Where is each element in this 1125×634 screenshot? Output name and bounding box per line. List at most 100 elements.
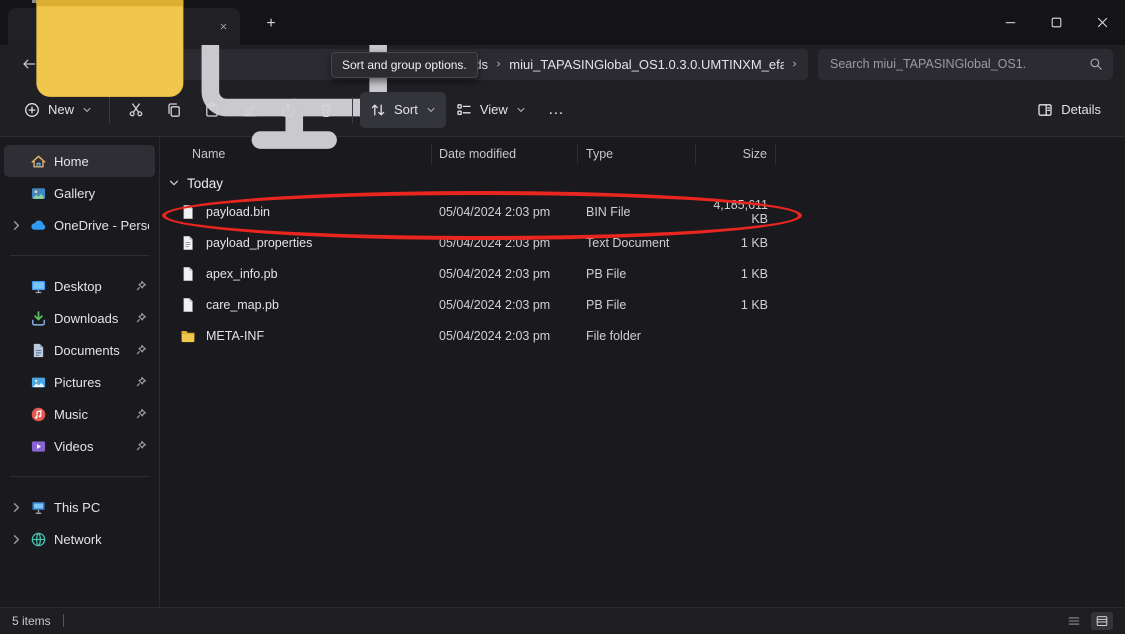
chevron-spacer [10, 408, 23, 421]
close-button[interactable] [1079, 0, 1125, 45]
file-date: 05/04/2024 2:03 pm [432, 329, 578, 343]
minimize-button[interactable] [987, 0, 1033, 45]
column-header-date-modified[interactable]: Date modified [432, 144, 578, 164]
view-layout-icon [456, 102, 472, 118]
sidebar-item-home[interactable]: Home [4, 145, 155, 177]
tooltip: Sort and group options. [331, 52, 478, 78]
pin-icon [135, 312, 147, 324]
file-name: payload.bin [206, 205, 270, 219]
sidebar-item-videos[interactable]: Videos [4, 430, 155, 462]
file-row-meta-inf[interactable]: META-INF05/04/2024 2:03 pmFile folder [160, 320, 1125, 351]
file-row-apex-info-pb[interactable]: apex_info.pb 05/04/2024 2:03 pmPB File1 K… [160, 258, 1125, 289]
sidebar-item-label: Downloads [54, 311, 128, 326]
rename-button[interactable] [231, 92, 269, 128]
onedrive-icon [30, 217, 47, 234]
file-name-cell: payload.bin [160, 204, 432, 220]
new-tab-button[interactable]: + [260, 13, 282, 35]
delete-button[interactable] [307, 92, 345, 128]
chevron-spacer [10, 312, 23, 325]
expand-chevron-icon[interactable] [10, 533, 23, 546]
chevron-down-icon [516, 105, 526, 115]
column-header-size[interactable]: Size [696, 144, 776, 164]
sidebar-item-downloads[interactable]: Downloads [4, 302, 155, 334]
pin-icon [135, 440, 147, 452]
file-row-payload-bin[interactable]: payload.bin05/04/2024 2:03 pmBIN File4,1… [160, 196, 1125, 227]
trash-icon [318, 102, 334, 118]
pin-icon [135, 280, 147, 292]
home-icon [30, 153, 47, 170]
expand-chevron-icon[interactable] [10, 501, 23, 514]
explorer-tab[interactable]: miui_TAPASINGlobal_OS1.0.3.0 [8, 8, 240, 45]
group-header-today[interactable]: Today [160, 170, 1125, 196]
file-date: 05/04/2024 2:03 pm [432, 205, 578, 219]
sidebar-item-label: Pictures [54, 375, 128, 390]
details-pane-button[interactable]: Details [1027, 92, 1111, 128]
file-size: 1 KB [696, 236, 776, 250]
file-date: 05/04/2024 2:03 pm [432, 298, 578, 312]
list-view-button[interactable] [1063, 612, 1085, 630]
file-name: apex_info.pb [206, 267, 278, 281]
sidebar-item-gallery[interactable]: Gallery [4, 177, 155, 209]
network-icon [30, 531, 47, 548]
more-options-button[interactable]: … [536, 92, 577, 128]
file-type: PB File [578, 267, 696, 281]
maximize-icon [1049, 15, 1064, 30]
title-bar: miui_TAPASINGlobal_OS1.0.3.0 + [0, 0, 1125, 45]
view-button-label: View [480, 102, 508, 117]
file-name-cell: META-INF [160, 328, 432, 344]
chevron-spacer [10, 280, 23, 293]
file-row-care-map-pb[interactable]: care_map.pb05/04/2024 2:03 pmPB File1 KB [160, 289, 1125, 320]
details-view-icon [1095, 614, 1109, 628]
search-input[interactable] [828, 56, 1081, 72]
folder-icon [18, 0, 202, 118]
sidebar-item-label: OneDrive - Persona [54, 218, 149, 233]
sidebar-item-music[interactable]: Music [4, 398, 155, 430]
videos-icon [30, 438, 47, 455]
sidebar-item-network[interactable]: Network [4, 523, 155, 555]
details-view-button[interactable] [1091, 612, 1113, 630]
file-name-cell: payload_properties [160, 235, 432, 251]
file-rows: payload.bin05/04/2024 2:03 pmBIN File4,1… [160, 196, 1125, 351]
file-name: payload_properties [206, 236, 312, 250]
text-file-icon [180, 235, 196, 251]
sidebar-item-documents[interactable]: Documents [4, 334, 155, 366]
address-bar[interactable]: Downloads miui_TAPASINGlobal_OS1.0.3.0.U… [176, 49, 808, 80]
file-size: 1 KB [696, 267, 776, 281]
sidebar-item-label: Music [54, 407, 128, 422]
blank-file-icon [180, 297, 196, 313]
pin-icon [135, 408, 147, 420]
share-button[interactable] [269, 92, 307, 128]
column-header-name[interactable]: Name [160, 144, 432, 164]
sidebar-item-this-pc[interactable]: This PC [4, 491, 155, 523]
chevron-spacer [10, 344, 23, 357]
navigation-sidebar: HomeGallery OneDrive - Persona Desktop Down… [0, 137, 160, 607]
sidebar-divider [10, 255, 149, 256]
expand-chevron-icon[interactable] [10, 219, 23, 232]
toolbar-separator [352, 97, 353, 123]
sidebar-divider [10, 476, 149, 477]
sidebar-item-label: Documents [54, 343, 128, 358]
sort-button[interactable]: Sort [360, 92, 446, 128]
pin-icon [135, 376, 147, 388]
sidebar-item-desktop[interactable]: Desktop [4, 270, 155, 302]
window-controls [987, 0, 1125, 45]
sidebar-item-pictures[interactable]: Pictures [4, 366, 155, 398]
downloads-icon [30, 310, 47, 327]
file-date: 05/04/2024 2:03 pm [432, 267, 578, 281]
clipboard-icon [204, 102, 220, 118]
chevron-down-icon [168, 177, 180, 189]
search-box [818, 49, 1113, 80]
music-icon [30, 406, 47, 423]
gallery-icon [30, 185, 47, 202]
this-pc-icon [30, 499, 47, 516]
view-button[interactable]: View [446, 92, 536, 128]
file-size: 4,185,611 KB [696, 198, 776, 226]
sidebar-item-onedrive-persona[interactable]: OneDrive - Persona [4, 209, 155, 241]
chevron-spacer [10, 440, 23, 453]
file-row-payload-properties[interactable]: payload_properties05/04/2024 2:03 pmText… [160, 227, 1125, 258]
view-toggles [1063, 612, 1113, 630]
tab-close-button[interactable] [218, 17, 230, 37]
maximize-button[interactable] [1033, 0, 1079, 45]
breadcrumb-current-folder[interactable]: miui_TAPASINGlobal_OS1.0.3.0.UMTINXM_efa… [509, 57, 784, 72]
column-header-type[interactable]: Type [578, 144, 696, 164]
